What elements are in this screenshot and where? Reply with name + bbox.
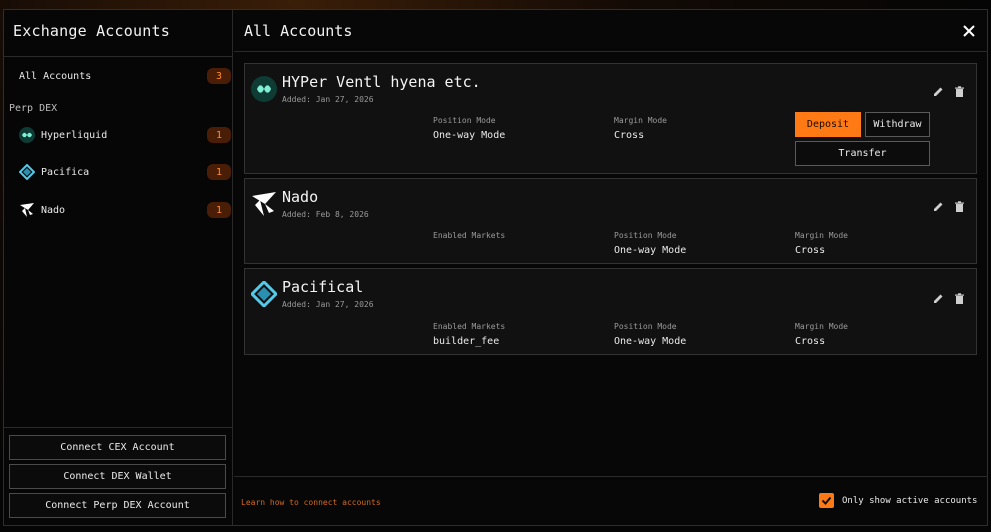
only-active-label[interactable]: Only show active accounts: [842, 496, 977, 506]
pacifica-icon: [19, 164, 35, 180]
sidebar-item-label: All Accounts: [19, 70, 92, 82]
edit-icon[interactable]: [933, 289, 944, 303]
main-header: All Accounts: [234, 10, 988, 52]
account-card: HYPer Ventl hyena etc. Added: Jan 27, 20…: [244, 63, 977, 174]
main-footer: Learn how to connect accounts Only show …: [234, 476, 988, 525]
account-added-date: Added: Jan 27, 2026: [282, 300, 374, 309]
field-value: One-way Mode: [433, 130, 506, 141]
field-value: Cross: [795, 336, 826, 347]
field-value: builder_fee: [433, 336, 500, 347]
field-label: Margin Mode: [795, 231, 848, 240]
pacifica-logo-icon: [251, 281, 277, 307]
page-title: All Accounts: [244, 22, 353, 40]
sidebar: Exchange Accounts All Accounts 3 Perp DE…: [4, 10, 233, 525]
main-panel: All Accounts HYPer Ventl hyena etc. Adde…: [234, 10, 988, 525]
account-name: Pacifical: [282, 278, 364, 296]
field-label: Enabled Markets: [433, 231, 506, 240]
count-badge: 1: [207, 164, 231, 180]
close-icon[interactable]: [961, 23, 977, 39]
account-name: HYPer Ventl hyena etc.: [282, 73, 481, 91]
trash-icon[interactable]: [954, 197, 965, 212]
nado-logo-icon: [251, 191, 277, 217]
hyperliquid-logo-icon: [251, 76, 277, 102]
account-added-date: Added: Jan 27, 2026: [282, 95, 374, 104]
connect-dex-wallet-button[interactable]: Connect DEX Wallet: [9, 464, 226, 489]
exchange-accounts-modal: Exchange Accounts All Accounts 3 Perp DE…: [3, 9, 988, 526]
sidebar-item-label: Nado: [41, 204, 66, 216]
transfer-button[interactable]: Transfer: [795, 141, 930, 166]
withdraw-button[interactable]: Withdraw: [865, 112, 930, 137]
only-active-checkbox[interactable]: [819, 493, 834, 508]
edit-icon[interactable]: [933, 82, 944, 96]
count-badge: 3: [207, 68, 231, 84]
sidebar-item-nado[interactable]: Nado 1: [9, 198, 231, 222]
nado-icon: [19, 202, 35, 218]
trash-icon[interactable]: [954, 82, 965, 97]
field-label: Margin Mode: [614, 116, 667, 125]
sidebar-item-hyperliquid[interactable]: Hyperliquid 1: [9, 123, 231, 147]
trash-icon[interactable]: [954, 289, 965, 304]
sidebar-item-pacifica[interactable]: Pacifica 1: [9, 160, 231, 184]
hyperliquid-icon: [19, 127, 35, 143]
field-label: Margin Mode: [795, 322, 848, 331]
sidebar-item-label: Hyperliquid: [41, 129, 108, 141]
sidebar-footer: Connect CEX Account Connect DEX Wallet C…: [4, 427, 232, 525]
section-label-perp-dex: Perp DEX: [9, 103, 58, 114]
checkmark-icon: [821, 496, 832, 505]
field-label: Position Mode: [433, 116, 496, 125]
account-card: Pacifical Added: Jan 27, 2026 Enabled Ma…: [244, 268, 977, 355]
connect-cex-account-button[interactable]: Connect CEX Account: [9, 435, 226, 460]
field-value: Cross: [614, 130, 645, 141]
account-name: Nado: [282, 188, 319, 206]
sidebar-item-all-accounts[interactable]: All Accounts 3: [9, 64, 231, 88]
sidebar-title: Exchange Accounts: [4, 10, 232, 57]
count-badge: 1: [207, 202, 231, 218]
sidebar-item-label: Pacifica: [41, 166, 90, 178]
account-card: Nado Added: Feb 8, 2026 Enabled Markets …: [244, 178, 977, 264]
field-value: Cross: [795, 245, 826, 256]
learn-how-link[interactable]: Learn how to connect accounts: [241, 498, 381, 507]
field-label: Position Mode: [614, 231, 677, 240]
field-label: Position Mode: [614, 322, 677, 331]
deposit-button[interactable]: Deposit: [795, 112, 861, 137]
field-value: One-way Mode: [614, 336, 687, 347]
count-badge: 1: [207, 127, 231, 143]
field-value: One-way Mode: [614, 245, 687, 256]
connect-perp-dex-account-button[interactable]: Connect Perp DEX Account: [9, 493, 226, 518]
edit-icon[interactable]: [933, 197, 944, 211]
account-added-date: Added: Feb 8, 2026: [282, 210, 369, 219]
field-label: Enabled Markets: [433, 322, 506, 331]
